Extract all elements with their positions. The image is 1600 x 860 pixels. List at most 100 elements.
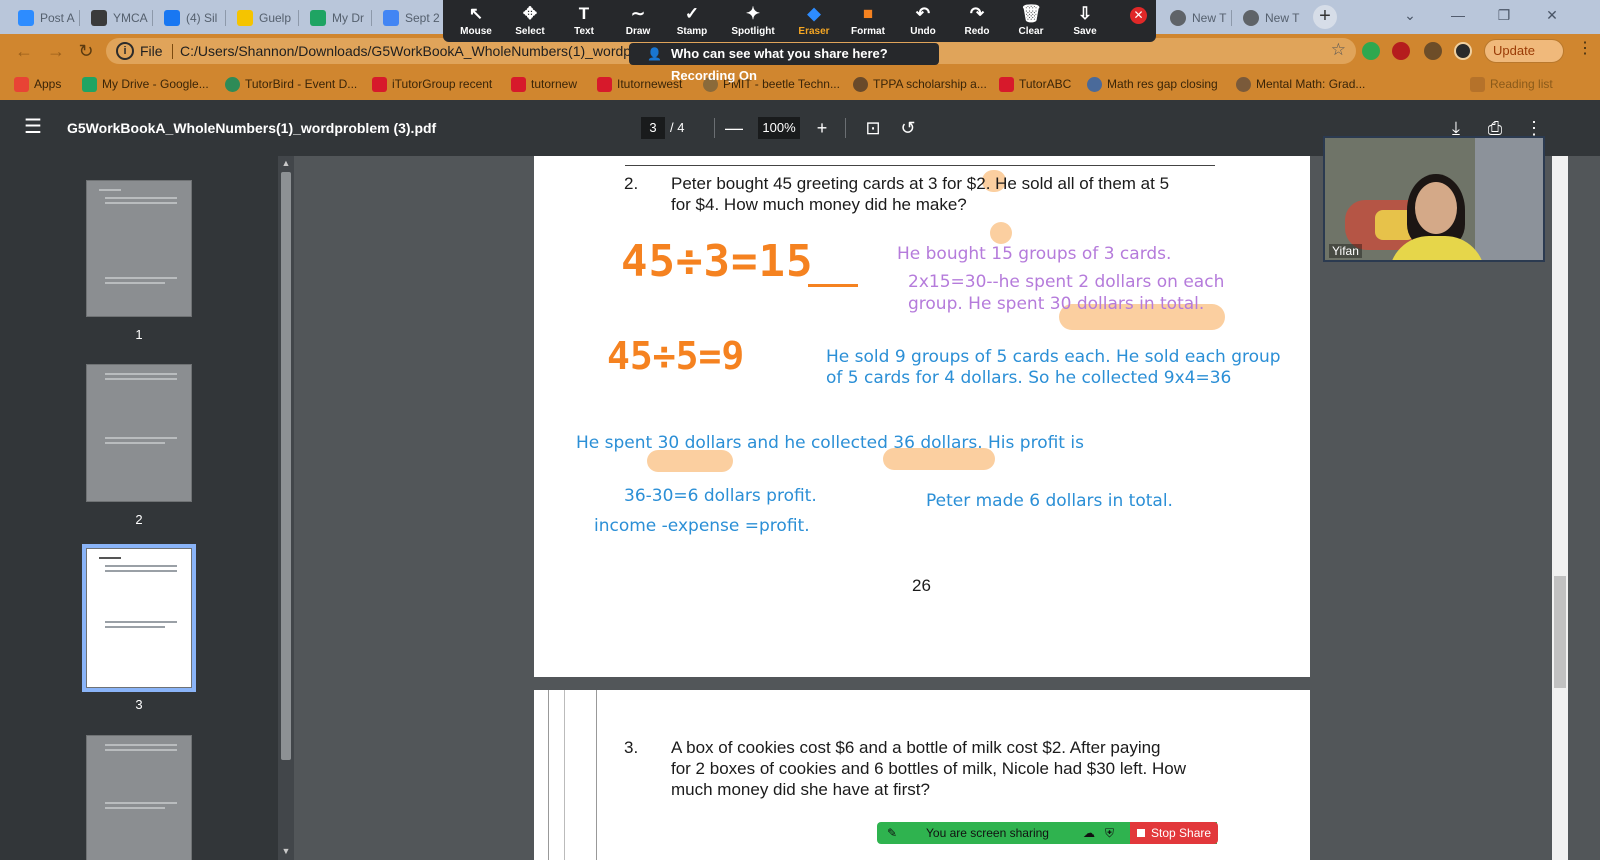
question-text: much money did she have at first? <box>671 780 930 799</box>
trash-icon: 🗑 <box>1020 4 1042 23</box>
tab-separator <box>1231 10 1232 26</box>
bookmark-item[interactable]: My Drive - Google... <box>82 75 209 93</box>
browser-tab[interactable]: Guelp <box>229 4 299 32</box>
undo-icon: ↶ <box>915 4 931 23</box>
browser-tab[interactable]: New T <box>1162 4 1232 32</box>
site-info-icon[interactable]: i <box>116 42 134 60</box>
more-menu-icon[interactable]: ⋮ <box>1577 38 1593 60</box>
thumb-text-line <box>105 749 177 751</box>
move-icon: ✥ <box>522 4 538 23</box>
ublock-extension-icon[interactable] <box>1392 42 1410 60</box>
page-thumbnail[interactable] <box>86 180 192 317</box>
page-number-input[interactable]: 3 <box>641 117 665 139</box>
browser-tab[interactable]: YMCA <box>83 4 153 32</box>
tab-separator <box>152 10 153 26</box>
webcam-video[interactable]: Yifan <box>1323 136 1545 262</box>
page-thumbnail[interactable] <box>86 735 192 860</box>
browser-tab[interactable]: Post A <box>10 4 80 32</box>
chrome-favicon-icon <box>1243 10 1259 26</box>
shield-icon: ⛨ <box>1105 826 1115 840</box>
fit-page-icon[interactable]: ⊡ <box>859 114 887 142</box>
browser-tab[interactable]: (4) Sil <box>156 4 226 32</box>
close-window-button[interactable]: ✕ <box>1530 0 1574 30</box>
bookmarks-bar: Apps My Drive - Google... TutorBird - Ev… <box>0 68 1600 100</box>
save-tool[interactable]: ⇩ Save <box>1056 2 1114 40</box>
zoom-out-icon[interactable]: — <box>720 114 748 142</box>
page-thumbnail-selected[interactable] <box>82 544 196 692</box>
zoom-in-icon[interactable]: + <box>808 114 836 142</box>
minimize-button[interactable]: — <box>1436 0 1480 30</box>
new-tab-button[interactable]: + <box>1313 5 1337 29</box>
url-text[interactable]: C:/Users/Shannon/Downloads/G5WorkBookA_W… <box>180 43 640 59</box>
annotation-text: He bought 15 groups of 3 cards. <box>897 244 1172 264</box>
restore-button[interactable]: ❐ <box>1482 0 1526 30</box>
bookmark-star-icon[interactable]: ☆ <box>1331 40 1346 60</box>
pdf-title: G5WorkBookA_WholeNumbers(1)_wordproblem … <box>67 120 437 136</box>
question-number: 3. <box>624 738 639 757</box>
bookmark-item[interactable]: TutorABC <box>999 75 1071 93</box>
reload-icon[interactable]: ↻ <box>74 40 98 62</box>
file-scheme-label: File <box>140 43 163 59</box>
text-tool[interactable]: T Text <box>555 2 613 40</box>
browser-tab[interactable]: Sept 2 <box>375 4 441 32</box>
rotate-icon[interactable]: ↺ <box>894 114 922 142</box>
close-annotation-icon[interactable]: ✕ <box>1130 7 1147 24</box>
tool-label: Undo <box>910 26 936 37</box>
thumb-text-line <box>105 626 165 628</box>
tutorbird-icon <box>225 76 240 92</box>
scroll-up-arrow-icon[interactable]: ▲ <box>280 158 292 168</box>
bookmark-item[interactable]: TPPA scholarship a... <box>853 75 987 93</box>
scroll-down-arrow-icon[interactable]: ▼ <box>280 846 292 856</box>
bookmark-item[interactable]: iTutorGroup recent <box>372 75 492 93</box>
bookmark-item[interactable]: tutornew <box>511 75 577 93</box>
itutor-icon <box>511 76 526 92</box>
forward-icon[interactable]: → <box>44 40 68 62</box>
handwritten-equation: 45÷3=15 <box>621 236 814 287</box>
facebook-favicon-icon <box>164 10 180 26</box>
format-tool[interactable]: ■ Format <box>839 2 897 40</box>
extensions-puzzle-icon[interactable] <box>1424 42 1442 60</box>
bookmark-item[interactable]: Itutornewest <box>597 75 682 93</box>
update-button[interactable]: Update ⋮ <box>1484 39 1593 63</box>
main-scrollbar[interactable] <box>1552 156 1568 860</box>
stop-share-button[interactable]: Stop Share <box>1130 822 1218 844</box>
tab-label: Sept 2 <box>405 11 440 25</box>
tab-search-icon[interactable]: ⌄ <box>1388 0 1432 30</box>
thumb-text-line <box>105 744 177 746</box>
tab-label: New T <box>1192 11 1227 25</box>
extension-icon[interactable] <box>1362 42 1380 60</box>
browser-tab[interactable]: My Dr <box>302 4 372 32</box>
clear-tool[interactable]: 🗑 Clear <box>1002 2 1060 40</box>
squiggle-icon: ∼ <box>630 4 646 23</box>
thumbnail-page-number: 3 <box>135 697 143 712</box>
eraser-tool[interactable]: ◆ Eraser <box>785 2 843 40</box>
spotlight-tool[interactable]: ✦ Spotlight <box>724 2 782 40</box>
background-wall <box>1475 138 1543 260</box>
reading-list-icon <box>1470 76 1485 92</box>
sidebar-scrollbar-thumb[interactable] <box>281 172 291 760</box>
bookmark-item[interactable]: TutorBird - Event D... <box>225 75 357 93</box>
hamburger-menu-icon[interactable]: ☰ <box>24 117 42 137</box>
profile-avatar[interactable] <box>1454 42 1472 60</box>
select-tool[interactable]: ✥ Select <box>501 2 559 40</box>
back-icon[interactable]: ← <box>12 40 36 62</box>
drag-handle-icon[interactable]: ✎ <box>887 822 897 844</box>
annotation-text: Peter made 6 dollars in total. <box>926 491 1173 511</box>
mouse-tool[interactable]: ↖ Mouse <box>447 2 505 40</box>
bookmark-apps[interactable]: Apps <box>14 75 61 93</box>
annotation-text: income -expense =profit. <box>594 516 810 536</box>
bookmark-item[interactable]: Math res gap closing <box>1087 75 1218 93</box>
browser-tab[interactable]: New T <box>1235 4 1305 32</box>
page-thumbnail[interactable] <box>86 364 192 502</box>
draw-tool[interactable]: ∼ Draw <box>609 2 667 40</box>
redo-tool[interactable]: ↷ Redo <box>948 2 1006 40</box>
undo-tool[interactable]: ↶ Undo <box>894 2 952 40</box>
guelph-favicon-icon <box>237 10 253 26</box>
stamp-tool[interactable]: ✓ Stamp <box>663 2 721 40</box>
tab-label: New T <box>1265 11 1300 25</box>
zoom-input[interactable]: 100% <box>758 117 800 139</box>
underline-stroke <box>808 284 858 287</box>
main-scrollbar-thumb[interactable] <box>1554 576 1566 688</box>
reading-list[interactable]: Reading list <box>1470 75 1553 93</box>
bookmark-item[interactable]: Mental Math: Grad... <box>1236 75 1365 93</box>
